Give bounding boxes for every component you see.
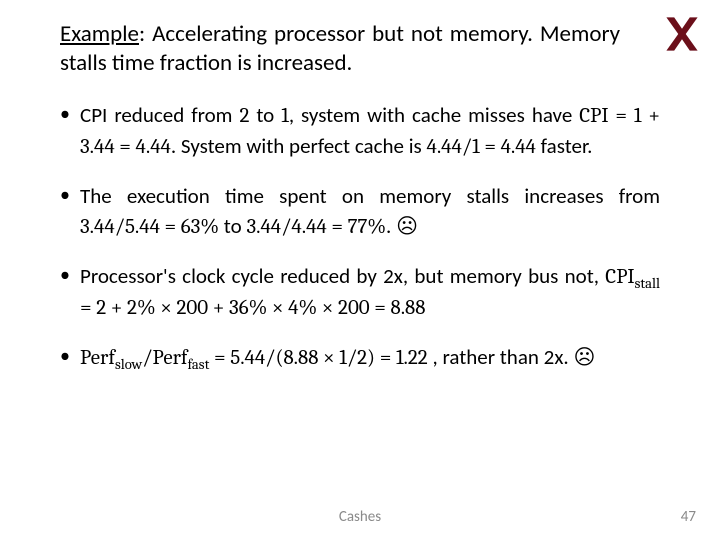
bullet-2: The execution time spent on memory stall…	[60, 181, 660, 243]
text: to	[219, 213, 246, 239]
bullet-3: Processor's clock cycle reduced by 2x, b…	[60, 261, 660, 324]
math-base: CPI	[605, 265, 634, 289]
bullet-4: Perfslow/Perffast = 5.44/(8.88 × 1/2) = …	[60, 342, 660, 373]
text: to	[249, 102, 281, 128]
text: faster.	[536, 133, 593, 159]
math-rest: = 5.44/(8.88 × 1/2) = 1.22	[209, 346, 427, 370]
math: 2	[239, 104, 249, 128]
math: 1	[281, 104, 289, 128]
bullet-1: CPI reduced from 2 to 1, system with cac…	[60, 100, 660, 163]
text: , system with cache misses have	[289, 102, 579, 128]
title-lead: Example	[60, 20, 139, 48]
slide: Example: Accelerating processor but not …	[0, 0, 720, 540]
text: Processor's clock cycle reduced by 2x, b…	[80, 263, 605, 289]
text: , rather than 2x. ☹	[428, 344, 596, 370]
text: . System with perfect cache is	[171, 133, 427, 159]
slide-title: Example: Accelerating processor but not …	[60, 20, 620, 78]
math: 4.44/1 = 4.44	[426, 135, 535, 159]
text: . ☹	[386, 213, 418, 239]
math: Perfslow/Perffast = 5.44/(8.88 × 1/2) = …	[80, 346, 428, 370]
math: 3.44/4.44 = 77%	[246, 215, 386, 239]
slide-body: CPI reduced from 2 to 1, system with cac…	[60, 100, 660, 391]
math-sub: slow	[115, 356, 142, 373]
math-base: /Perf	[142, 346, 187, 370]
text: The execution time spent on memory stall…	[80, 183, 660, 209]
math: 3.44/5.44 = 63%	[80, 215, 219, 239]
technion-logo	[656, 8, 708, 60]
math-sub: fast	[187, 356, 209, 373]
footer-title: Cashes	[0, 508, 720, 526]
text: CPI reduced from	[80, 102, 239, 128]
title-rest: : Accelerating processor but not memory.…	[60, 20, 620, 77]
page-number: 47	[681, 508, 696, 526]
math-sub: stall	[635, 275, 660, 292]
math-base: Perf	[80, 346, 115, 370]
math-rest: = 2 + 2% × 200 + 36% × 4% × 200 = 8.88	[80, 296, 425, 320]
